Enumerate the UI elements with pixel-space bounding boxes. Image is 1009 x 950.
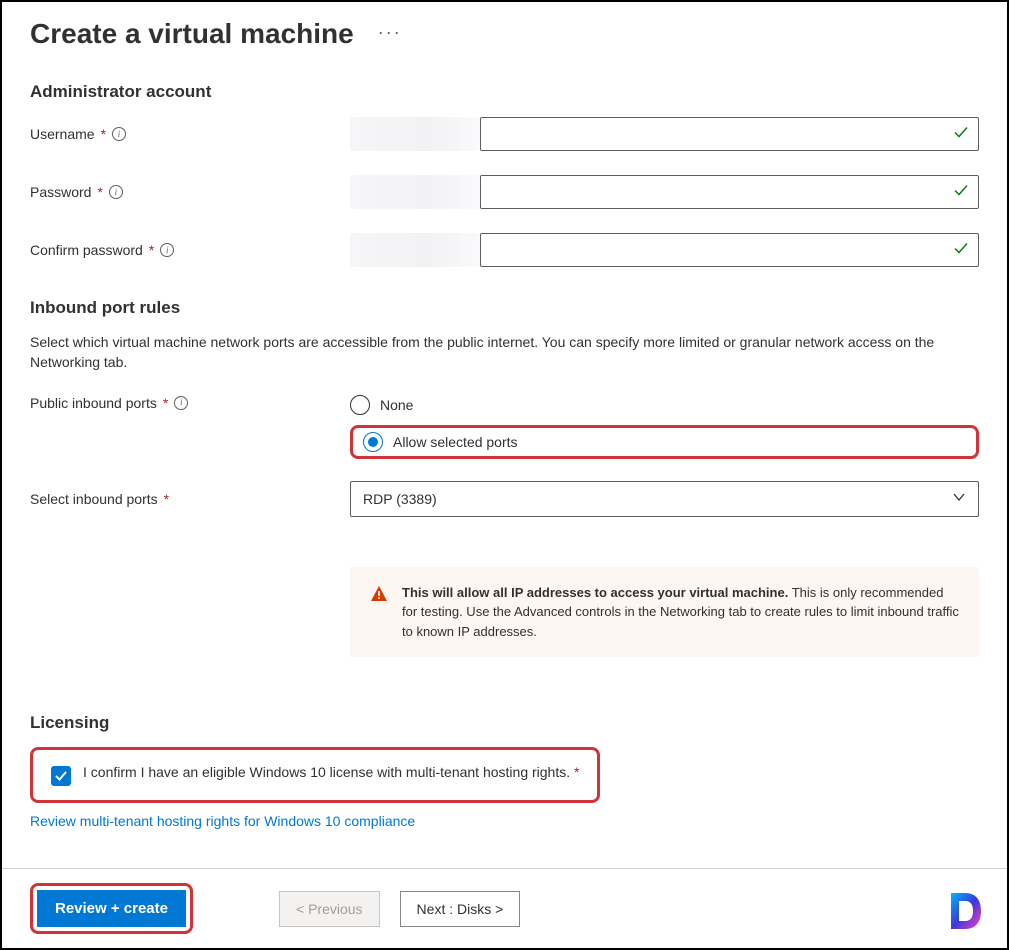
required-indicator: *: [149, 242, 154, 258]
radio-allow-selected[interactable]: Allow selected ports: [363, 432, 518, 452]
inbound-rules-heading: Inbound port rules: [30, 298, 979, 318]
licensing-heading: Licensing: [30, 713, 979, 733]
radio-none[interactable]: None: [350, 395, 979, 415]
warning-message: This will allow all IP addresses to acce…: [350, 567, 979, 658]
select-inbound-ports-label: Select inbound ports *: [30, 491, 350, 507]
username-input[interactable]: [480, 117, 979, 151]
blurred-value: [350, 233, 480, 267]
inbound-rules-description: Select which virtual machine network por…: [30, 332, 950, 373]
confirm-password-label: Confirm password * i: [30, 242, 350, 258]
required-indicator: *: [97, 184, 102, 200]
username-label: Username * i: [30, 126, 350, 142]
next-button[interactable]: Next : Disks >: [400, 891, 521, 927]
password-input[interactable]: [480, 175, 979, 209]
more-actions-icon[interactable]: ···: [378, 22, 402, 47]
required-indicator: *: [101, 126, 106, 142]
valid-check-icon: [953, 241, 969, 260]
admin-account-heading: Administrator account: [30, 82, 979, 102]
confirm-password-input[interactable]: [480, 233, 979, 267]
password-label: Password * i: [30, 184, 350, 200]
licensing-checkbox[interactable]: [51, 766, 71, 786]
radio-icon: [363, 432, 383, 452]
required-indicator: *: [164, 491, 169, 507]
select-inbound-ports-dropdown[interactable]: RDP (3389): [350, 481, 979, 517]
info-icon[interactable]: i: [174, 396, 188, 410]
licensing-compliance-link[interactable]: Review multi-tenant hosting rights for W…: [30, 813, 415, 829]
valid-check-icon: [953, 125, 969, 144]
public-inbound-ports-label: Public inbound ports * i: [30, 395, 350, 411]
previous-button: < Previous: [279, 891, 380, 927]
radio-allow-label: Allow selected ports: [393, 434, 518, 450]
valid-check-icon: [953, 183, 969, 202]
required-indicator: *: [574, 764, 579, 780]
info-icon[interactable]: i: [112, 127, 126, 141]
wizard-footer: Review + create < Previous Next : Disks …: [2, 868, 1007, 948]
page-title: Create a virtual machine: [30, 18, 354, 50]
radio-icon: [350, 395, 370, 415]
licensing-confirm-text: I confirm I have an eligible Windows 10 …: [83, 764, 579, 780]
highlight-annotation: Allow selected ports: [350, 425, 979, 459]
chevron-down-icon: [952, 490, 966, 507]
required-indicator: *: [163, 395, 168, 411]
dropdown-selected-value: RDP (3389): [363, 491, 437, 507]
warning-bold-text: This will allow all IP addresses to acce…: [402, 585, 788, 600]
highlight-annotation: I confirm I have an eligible Windows 10 …: [30, 747, 600, 803]
review-create-button[interactable]: Review + create: [37, 890, 186, 927]
blurred-value: [350, 117, 480, 151]
brand-logo: [945, 889, 989, 936]
warning-icon: [370, 585, 388, 609]
highlight-annotation: Review + create: [30, 883, 193, 934]
radio-none-label: None: [380, 397, 413, 413]
info-icon[interactable]: i: [160, 243, 174, 257]
info-icon[interactable]: i: [109, 185, 123, 199]
blurred-value: [350, 175, 480, 209]
